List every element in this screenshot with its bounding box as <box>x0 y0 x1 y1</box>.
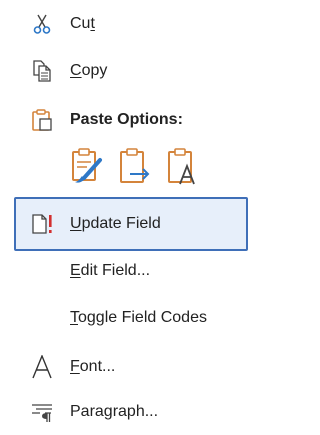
keep-source-formatting-icon[interactable] <box>70 146 104 186</box>
menu-item-label: Font... <box>70 358 116 375</box>
context-menu: Cut Copy Paste Options: Update Field Edi… <box>0 0 248 435</box>
paste-options-group <box>70 146 250 192</box>
menu-item-label: Edit Field... <box>70 262 151 279</box>
menu-item-update-field[interactable]: Update Field <box>14 197 248 251</box>
scissors-icon <box>33 14 51 34</box>
menu-item-paragraph[interactable]: Paragraph... <box>0 390 248 434</box>
menu-item-label: Cut <box>70 15 95 32</box>
paragraph-icon <box>32 404 52 422</box>
paste-options-label: Paste Options: <box>70 111 183 128</box>
paste-options-header: Paste Options: <box>0 100 248 140</box>
merge-formatting-icon[interactable] <box>118 146 152 186</box>
menu-item-label: Update Field <box>70 215 161 232</box>
menu-item-cut[interactable]: Cut <box>0 4 248 44</box>
menu-item-label: Copy <box>70 62 108 79</box>
menu-item-copy[interactable]: Copy <box>0 51 248 91</box>
menu-item-toggle-field-codes[interactable]: Toggle Field Codes <box>0 297 248 339</box>
keep-text-only-icon[interactable] <box>166 146 200 186</box>
menu-item-font[interactable]: Font... <box>0 346 248 388</box>
menu-item-edit-field[interactable]: Edit Field... <box>0 251 248 291</box>
clipboard-icon <box>32 109 52 131</box>
font-icon <box>32 355 52 379</box>
copy-icon <box>33 60 51 82</box>
update-field-icon <box>32 214 52 234</box>
menu-item-label: Toggle Field Codes <box>70 309 207 326</box>
menu-item-label: Paragraph... <box>70 403 159 420</box>
